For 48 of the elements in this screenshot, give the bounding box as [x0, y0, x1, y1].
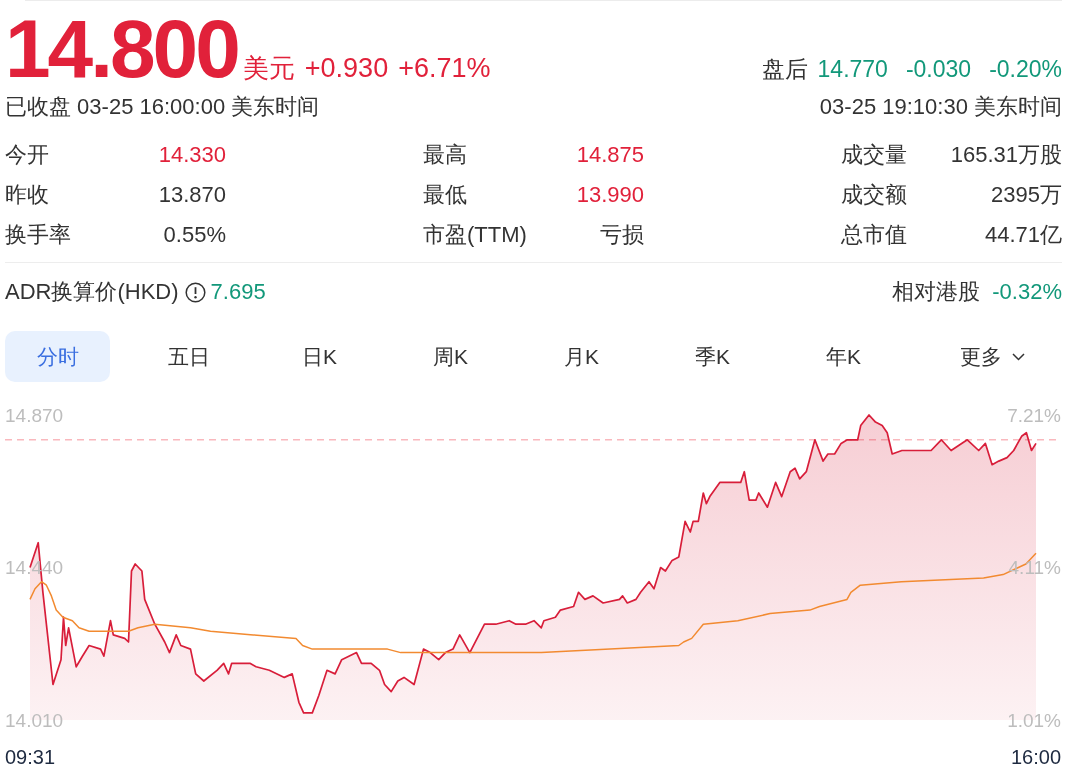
stat-label: 成交量 — [841, 141, 907, 169]
relative-label: 相对港股 — [892, 278, 981, 306]
chart-tab[interactable]: 分时 — [5, 331, 110, 382]
chart-tab[interactable]: 月K — [529, 331, 634, 382]
stat-label: 今开 — [5, 141, 49, 169]
after-hours-percent: -0.20% — [989, 58, 1062, 81]
chart-tab[interactable]: 季K — [660, 331, 765, 382]
stat-label: 最高 — [423, 141, 467, 169]
relative-value: -0.32% — [992, 278, 1062, 306]
stat-value: 165.31万股 — [950, 141, 1062, 169]
currency-label: 美元 — [242, 55, 295, 81]
market-status: 已收盘 03-25 16:00:00 美东时间 — [5, 93, 320, 121]
after-hours-change: -0.030 — [905, 58, 972, 81]
stat-value: 44.71亿 — [984, 221, 1062, 249]
chart-tab[interactable]: 五日 — [136, 331, 241, 382]
after-hours-label: 盘后 — [761, 58, 808, 81]
price-axis-label: 14.870 — [5, 404, 64, 426]
price-change: +0.930 — [304, 55, 389, 82]
stat-value: 13.990 — [576, 181, 644, 209]
stat-value: 2395万 — [991, 181, 1062, 209]
time-axis-label: 09:31 — [5, 746, 56, 768]
chart-tab[interactable]: 年K — [791, 331, 896, 382]
stat-label: 总市值 — [841, 221, 907, 249]
percent-axis-label: 7.21% — [1007, 404, 1061, 426]
stat-label: 换手率 — [5, 221, 71, 249]
stat-label: 成交额 — [841, 181, 907, 209]
stat-label: 昨收 — [5, 181, 49, 209]
stat-label: 市盈(TTM) — [423, 221, 527, 249]
stat-value: 0.55% — [163, 221, 226, 249]
stat-value: 14.875 — [576, 141, 644, 169]
adr-label: ADR换算价(HKD) — [5, 278, 179, 306]
stat-value: 13.870 — [158, 181, 226, 209]
percent-axis-label: 1.01% — [1007, 709, 1061, 731]
more-menu-tab[interactable]: 更多 — [922, 331, 1062, 382]
stat-value: 14.330 — [158, 141, 226, 169]
chevron-down-icon — [1011, 352, 1025, 361]
after-hours-time: 03-25 19:10:30 美东时间 — [819, 93, 1062, 121]
chart-tab[interactable]: 日K — [267, 331, 372, 382]
info-icon[interactable] — [184, 281, 206, 303]
adr-value: 7.695 — [210, 278, 266, 306]
stat-value: 亏损 — [600, 221, 644, 249]
percent-change: +6.71% — [398, 55, 491, 82]
current-price: 14.800 — [5, 8, 238, 90]
time-axis-label: 16:00 — [1010, 746, 1061, 768]
after-hours-price: 14.770 — [817, 58, 888, 81]
stat-label: 最低 — [423, 181, 467, 209]
chart-tab[interactable]: 周K — [398, 331, 503, 382]
price-axis-label: 14.010 — [5, 709, 64, 731]
